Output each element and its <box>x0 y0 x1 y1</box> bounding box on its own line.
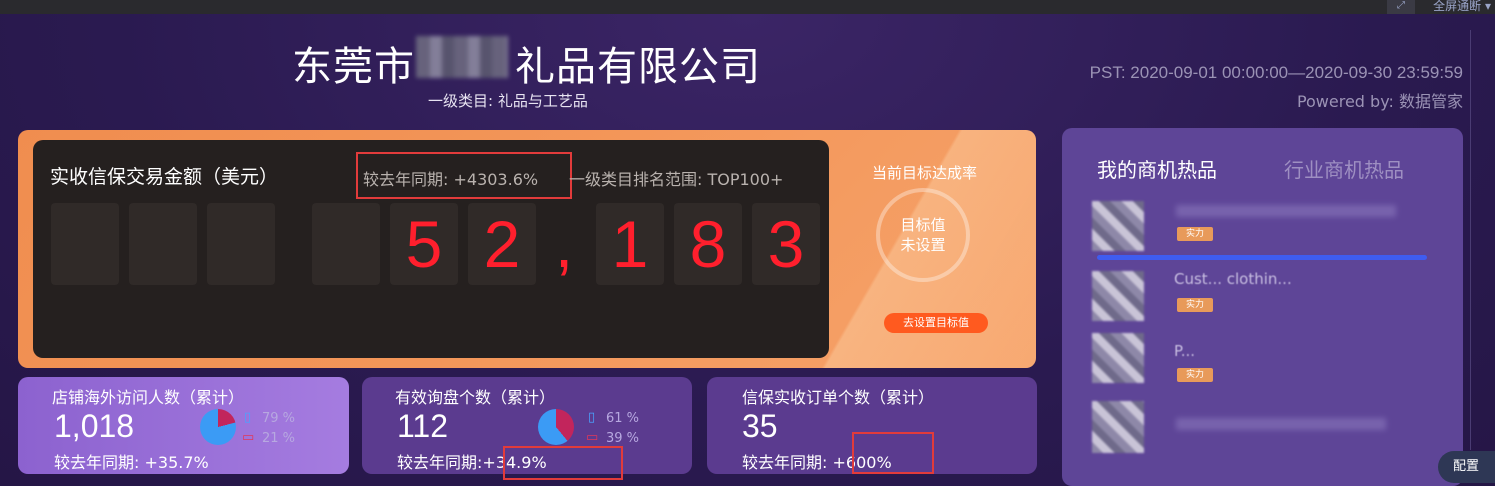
visitors-yoy: 较去年同期: +35.7% <box>54 453 209 472</box>
orders-title: 信保实收订单个数（累计） <box>742 388 935 407</box>
date-range: PST: 2020-09-01 00:00:00—2020-09-30 23:5… <box>1089 63 1463 82</box>
goal-line1: 目标值 <box>900 216 946 234</box>
highlight-box-inquiries <box>503 446 623 480</box>
visitors-title: 店铺海外访问人数（累计） <box>52 388 245 407</box>
tab-my-hot-products[interactable]: 我的商机热品 <box>1097 154 1217 183</box>
product-thumbnail[interactable] <box>1092 401 1144 453</box>
pc-icon: ▭ <box>586 430 599 445</box>
top-toolbar: ⤢ 全屏通断 ▾ <box>0 0 1495 14</box>
amount-digit <box>51 203 119 285</box>
visitors-mobile-pct: 79 % <box>262 411 296 426</box>
tab-industry-hot-products[interactable]: 行业商机热品 <box>1284 154 1404 183</box>
redacted-product-name <box>1176 205 1396 217</box>
amount-digit <box>129 203 197 285</box>
amount-title: 实收信保交易金额（美元） <box>50 166 279 188</box>
inquiries-value: 112 <box>397 408 449 444</box>
goal-title: 当前目标达成率 <box>872 164 978 182</box>
mobile-icon: ▯ <box>588 410 596 425</box>
goal-line2: 未设置 <box>900 236 946 254</box>
inquiries-mobile-pct: 61 % <box>606 411 640 426</box>
goal-progress-ring: 目标值 未设置 <box>876 188 970 282</box>
amount-digit <box>312 203 380 285</box>
category-rank: 一级类目排名范围: TOP100+ <box>569 170 784 189</box>
visitors-pc-pct: 21 % <box>262 431 296 446</box>
company-title-suffix: 礼品有限公司 <box>515 44 761 90</box>
amount-digit: 3 <box>752 203 820 285</box>
visitors-pie-chart <box>200 409 236 445</box>
product-tag: 实力 <box>1177 227 1213 241</box>
amount-digit: 8 <box>674 203 742 285</box>
expand-icon[interactable]: ⤢ <box>1387 0 1415 14</box>
product-tag: 实力 <box>1177 298 1213 312</box>
product-thumbnail[interactable] <box>1092 201 1144 251</box>
redacted-name <box>416 36 508 78</box>
amount-digit: 5 <box>390 203 458 285</box>
fullscreen-toggle[interactable]: 全屏通断 ▾ <box>1433 0 1491 14</box>
company-title-prefix: 东莞市 <box>292 44 415 90</box>
amount-digit: 2 <box>468 203 536 285</box>
product-thumbnail[interactable] <box>1092 333 1144 383</box>
scrollbar[interactable] <box>1470 30 1471 450</box>
redacted-product-name <box>1176 418 1386 430</box>
powered-by: Powered by: 数据管家 <box>1296 92 1463 111</box>
product-tag: 实力 <box>1177 368 1213 382</box>
inquiries-pie-chart <box>538 409 574 445</box>
orders-value: 35 <box>742 408 778 444</box>
inquiries-pc-pct: 39 % <box>606 431 640 446</box>
company-title: 东莞市 礼品有限公司 <box>292 34 761 92</box>
amount-digit: 1 <box>596 203 664 285</box>
highlight-box-orders <box>852 432 934 474</box>
config-button[interactable]: 配置 <box>1438 451 1495 483</box>
set-goal-button[interactable]: 去设置目标值 <box>884 313 988 333</box>
product-thumbnail[interactable] <box>1092 271 1144 321</box>
amount-yoy: 较去年同期: +4303.6% <box>363 170 539 189</box>
mobile-icon: ▯ <box>244 410 252 425</box>
product-name[interactable]: Cust... clothin... <box>1174 270 1292 288</box>
pc-icon: ▭ <box>242 430 255 445</box>
product-progress-bar <box>1097 255 1427 260</box>
inquiries-title: 有效询盘个数（累计） <box>395 388 556 407</box>
amount-digit <box>207 203 275 285</box>
visitors-value: 1,018 <box>54 408 135 444</box>
category-subtitle: 一级类目: 礼品与工艺品 <box>428 92 588 110</box>
amount-digit-separator: , <box>554 207 574 281</box>
product-name[interactable]: P... <box>1174 342 1195 360</box>
